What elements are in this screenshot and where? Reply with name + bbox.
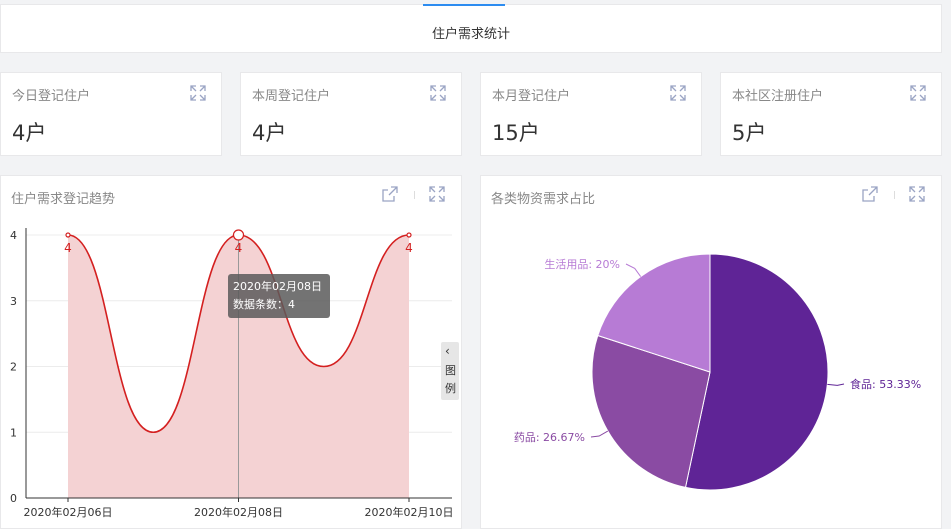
x-tick-label: 2020年02月06日 — [24, 505, 113, 519]
tooltip-count: 数据条数：4 — [233, 298, 295, 311]
tooltip-date: 2020年02月08日 — [233, 280, 322, 293]
stat-card-month: 本月登记住户 15户 — [480, 72, 702, 156]
pie-slice-label: 药品: 26.67% — [514, 431, 585, 444]
y-tick-label: 0 — [10, 492, 17, 505]
data-point — [232, 229, 245, 241]
data-label: 4 — [235, 241, 243, 255]
legend-toggle-button[interactable]: ‹ 图 例 — [441, 342, 459, 400]
expand-icon[interactable] — [910, 85, 926, 101]
dashboard: 住户需求统计 今日登记住户 4户 本周登记住户 4户 本月登记住户 15户 本社… — [0, 0, 951, 529]
stat-card-title: 本月登记住户 — [492, 89, 571, 104]
pie-leader-line — [625, 263, 642, 277]
data-label: 4 — [64, 241, 72, 255]
stat-card-value: 5户 — [732, 121, 767, 145]
y-tick-label: 4 — [10, 229, 17, 242]
y-tick-label: 2 — [10, 361, 17, 374]
pie-leader-line — [827, 383, 845, 386]
chevron-left-icon: ‹ — [445, 344, 450, 358]
x-tick-label: 2020年02月08日 — [194, 505, 283, 519]
pie-slice-label: 生活用品: 20% — [544, 257, 620, 271]
data-point — [406, 232, 412, 238]
legend-toggle-label: 图 — [445, 364, 456, 377]
stat-card-community: 本社区注册住户 5户 — [720, 72, 942, 156]
legend-toggle-label: 例 — [445, 382, 456, 395]
trend-chart: 0 1 2 3 4 4 4 4 2020年02月06日 2020年02月08日 2020年02月10… — [10, 228, 454, 519]
expand-icon[interactable] — [670, 85, 686, 101]
data-point — [65, 232, 71, 238]
pie-slice-label: 食品: 53.33% — [850, 377, 921, 391]
pie-chart: 食品: 53.33% 药品: 26.67% 生活用品: 20% — [514, 253, 921, 491]
data-label: 4 — [405, 241, 413, 255]
stat-card-value: 15户 — [492, 121, 540, 145]
stat-card-title: 本社区注册住户 — [732, 89, 824, 104]
x-tick-label: 2020年02月10日 — [365, 505, 454, 519]
y-tick-label: 3 — [10, 295, 17, 308]
pie-leader-line — [590, 430, 609, 438]
y-tick-label: 1 — [10, 426, 17, 439]
chart-tooltip: 2020年02月08日 数据条数：4 — [228, 274, 330, 318]
